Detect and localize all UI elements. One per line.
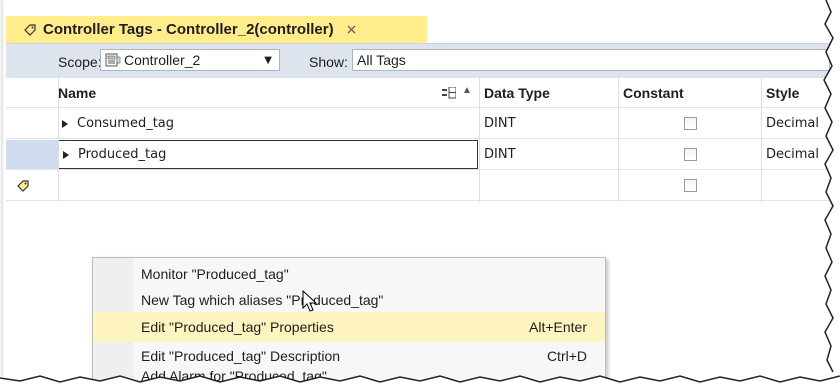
torn-edge-border bbox=[0, 0, 840, 385]
screenshot-frame: Controller Tags - Controller_2(controlle… bbox=[0, 0, 840, 385]
